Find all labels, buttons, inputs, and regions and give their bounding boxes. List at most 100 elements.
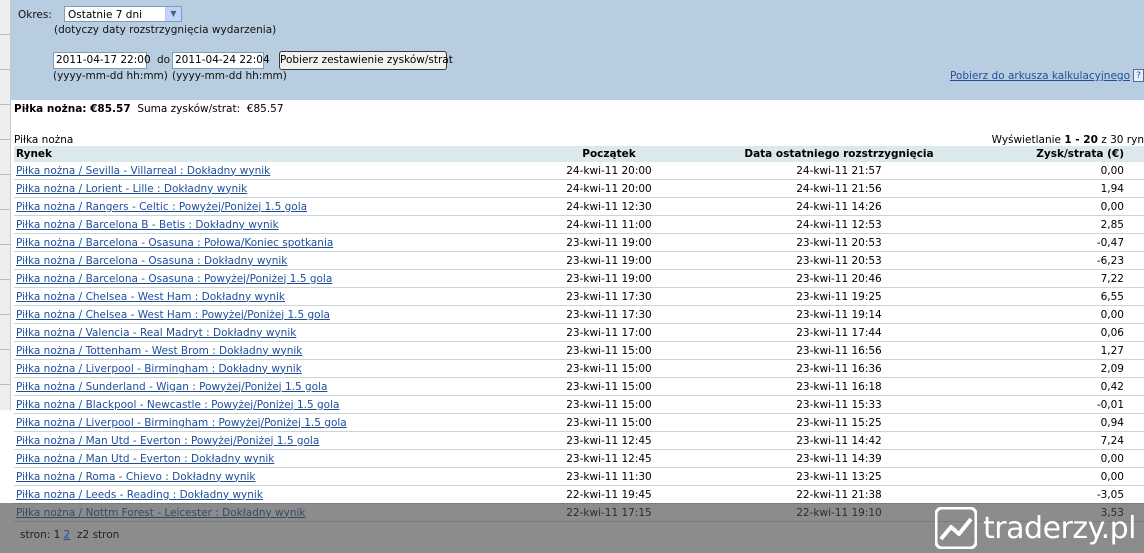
table-row: Piłka nożna / Roma - Chievo : Dokładny w… — [14, 467, 1144, 486]
market-link[interactable]: Piłka nożna / Roma - Chievo : Dokładny w… — [16, 471, 256, 483]
table-row: Piłka nożna / Barcelona - Osasuna : Dokł… — [14, 251, 1144, 270]
help-icon[interactable]: ? — [1133, 69, 1144, 82]
watermark-text: traderzy.pl — [983, 510, 1136, 546]
pagination: stron: 1 2 z2 stron — [20, 529, 119, 541]
profit-cell: 6,55 — [944, 287, 1144, 306]
table-row: Piłka nożna / Liverpool - Birmingham : D… — [14, 359, 1144, 378]
profit-cell: 0,06 — [944, 323, 1144, 342]
table-row: Piłka nożna / Man Utd - Everton : Powyże… — [14, 431, 1144, 450]
start-cell: 23-kwi-11 19:00 — [484, 233, 734, 252]
market-link[interactable]: Piłka nożna / Rangers - Celtic : Powyżej… — [16, 201, 307, 213]
table-row: Piłka nożna / Barcelona - Osasuna : Powy… — [14, 269, 1144, 288]
page-1: 1 — [53, 529, 61, 541]
market-link[interactable]: Piłka nożna / Barcelona - Osasuna : Powy… — [16, 273, 332, 285]
market-link[interactable]: Piłka nożna / Barcelona - Osasuna : Dokł… — [16, 255, 287, 267]
start-cell: 23-kwi-11 12:45 — [484, 449, 734, 468]
market-cell: Piłka nożna / Man Utd - Everton : Powyże… — [14, 431, 484, 450]
table-row: Piłka nożna / Sunderland - Wigan : Powyż… — [14, 377, 1144, 396]
settled-cell: 23-kwi-11 20:46 — [734, 269, 944, 288]
market-link[interactable]: Piłka nożna / Sunderland - Wigan : Powyż… — [16, 381, 327, 393]
profit-cell: 0,00 — [944, 305, 1144, 324]
column-header-profit[interactable]: Zysk/strata (€) — [944, 146, 1144, 162]
table-row: Piłka nożna / Chelsea - West Ham : Dokła… — [14, 287, 1144, 306]
table-row: Piłka nożna / Valencia - Real Madryt : D… — [14, 323, 1144, 342]
market-link[interactable]: Piłka nożna / Chelsea - West Ham : Dokła… — [16, 291, 285, 303]
settled-cell: 24-kwi-11 21:57 — [734, 162, 944, 180]
sum-value: €85.57 — [246, 103, 284, 115]
to-label: do — [157, 54, 171, 66]
market-link[interactable]: Piłka nożna / Chelsea - West Ham : Powyż… — [16, 309, 330, 321]
settled-cell: 23-kwi-11 16:36 — [734, 359, 944, 378]
market-link[interactable]: Piłka nożna / Lorient - Lille : Dokładny… — [16, 183, 247, 195]
period-label: Okres: — [18, 9, 52, 21]
market-cell: Piłka nożna / Liverpool - Birmingham : D… — [14, 359, 484, 378]
period-note: (dotyczy daty rozstrzygnięcia wydarzenia… — [54, 24, 277, 36]
chevron-down-icon[interactable]: ▼ — [165, 7, 181, 21]
column-header-start[interactable]: Początek — [484, 146, 734, 162]
start-cell: 23-kwi-11 19:00 — [484, 251, 734, 270]
start-cell: 22-kwi-11 19:45 — [484, 485, 734, 504]
profit-cell: 1,27 — [944, 341, 1144, 360]
period-select[interactable]: Ostatnie 7 dni ▼ — [64, 6, 182, 22]
summary-line: Piłka nożna: €85.57 Suma zysków/strat: €… — [14, 103, 284, 115]
start-cell: 23-kwi-11 17:00 — [484, 323, 734, 342]
start-cell: 23-kwi-11 12:45 — [484, 431, 734, 450]
table-row: Piłka nożna / Liverpool - Birmingham : P… — [14, 413, 1144, 432]
download-spreadsheet-link[interactable]: Pobierz do arkusza kalkulacyjnego — [950, 70, 1130, 82]
profit-cell: 0,00 — [944, 162, 1144, 180]
market-cell: Piłka nożna / Barcelona - Osasuna : Powy… — [14, 269, 484, 288]
market-cell: Piłka nożna / Valencia - Real Madryt : D… — [14, 323, 484, 342]
settled-cell: 23-kwi-11 19:14 — [734, 305, 944, 324]
fetch-report-button[interactable]: Pobierz zestawienie zysków/strat — [279, 51, 453, 70]
start-cell: 23-kwi-11 15:00 — [484, 341, 734, 360]
market-cell: Piłka nożna / Sunderland - Wigan : Powyż… — [14, 377, 484, 396]
market-link[interactable]: Piłka nożna / Liverpool - Birmingham : D… — [16, 363, 302, 375]
table-row: Piłka nożna / Leeds - Reading : Dokładny… — [14, 485, 1144, 504]
market-link[interactable]: Piłka nożna / Tottenham - West Brom : Do… — [16, 345, 302, 357]
start-cell: 23-kwi-11 15:00 — [484, 377, 734, 396]
results-count-suffix: z 30 ryn — [1097, 134, 1144, 146]
profit-cell: -6,23 — [944, 251, 1144, 270]
settled-cell: 23-kwi-11 13:25 — [734, 467, 944, 486]
watermark-logo: traderzy.pl — [935, 506, 1136, 550]
profit-cell: 7,24 — [944, 431, 1144, 450]
profit-cell: 0,00 — [944, 449, 1144, 468]
market-cell: Piłka nożna / Rangers - Celtic : Powyżej… — [14, 197, 484, 216]
table-row: Piłka nożna / Blackpool - Newcastle : Po… — [14, 395, 1144, 414]
settled-cell: 23-kwi-11 15:33 — [734, 395, 944, 414]
market-link[interactable]: Piłka nożna / Leeds - Reading : Dokładny… — [16, 489, 263, 501]
results-count: Wyświetlanie 1 - 20 z 30 ryn — [992, 134, 1144, 146]
market-link[interactable]: Piłka nożna / Blackpool - Newcastle : Po… — [16, 399, 339, 411]
table-header-row: Rynek Początek Data ostatniego rozstrzyg… — [14, 146, 1144, 162]
market-link[interactable]: Piłka nożna / Valencia - Real Madryt : D… — [16, 327, 296, 339]
column-header-market[interactable]: Rynek — [14, 146, 484, 162]
market-link[interactable]: Piłka nożna / Man Utd - Everton : Powyże… — [16, 435, 319, 447]
profit-cell: 0,00 — [944, 467, 1144, 486]
sport-total: Piłka nożna: €85.57 — [14, 103, 131, 115]
settled-cell: 24-kwi-11 12:53 — [734, 215, 944, 234]
profit-loss-table: Rynek Początek Data ostatniego rozstrzyg… — [14, 146, 1144, 522]
settled-cell: 24-kwi-11 21:56 — [734, 179, 944, 198]
market-link[interactable]: Piłka nożna / Liverpool - Birmingham : P… — [16, 417, 347, 429]
settled-cell: 23-kwi-11 16:56 — [734, 341, 944, 360]
settled-cell: 23-kwi-11 14:39 — [734, 449, 944, 468]
market-cell: Piłka nożna / Tottenham - West Brom : Do… — [14, 341, 484, 360]
start-cell: 24-kwi-11 11:00 — [484, 215, 734, 234]
column-header-settled[interactable]: Data ostatniego rozstrzygnięcia — [734, 146, 944, 162]
date-to-input[interactable]: 2011-04-24 22:04 — [172, 52, 270, 69]
settled-cell: 23-kwi-11 14:42 — [734, 431, 944, 450]
profit-cell: -0,01 — [944, 395, 1144, 414]
profit-cell: 0,42 — [944, 377, 1144, 396]
settled-cell: 24-kwi-11 14:26 — [734, 197, 944, 216]
settled-cell: 23-kwi-11 17:44 — [734, 323, 944, 342]
settled-cell: 23-kwi-11 16:18 — [734, 377, 944, 396]
page-2-link[interactable]: 2 — [64, 529, 71, 541]
market-link[interactable]: Piłka nożna / Barcelona - Osasuna : Poło… — [16, 237, 333, 249]
market-link[interactable]: Piłka nożna / Barcelona B - Betis : Dokł… — [16, 219, 279, 231]
date-from-input[interactable]: 2011-04-17 22:00 — [53, 52, 151, 69]
market-cell: Piłka nożna / Liverpool - Birmingham : P… — [14, 413, 484, 432]
market-link[interactable]: Piłka nożna / Man Utd - Everton : Dokład… — [16, 453, 274, 465]
market-cell: Piłka nożna / Chelsea - West Ham : Dokła… — [14, 287, 484, 306]
market-link[interactable]: Piłka nożna / Sevilla - Villarreal : Dok… — [16, 165, 270, 177]
start-cell: 23-kwi-11 11:30 — [484, 467, 734, 486]
